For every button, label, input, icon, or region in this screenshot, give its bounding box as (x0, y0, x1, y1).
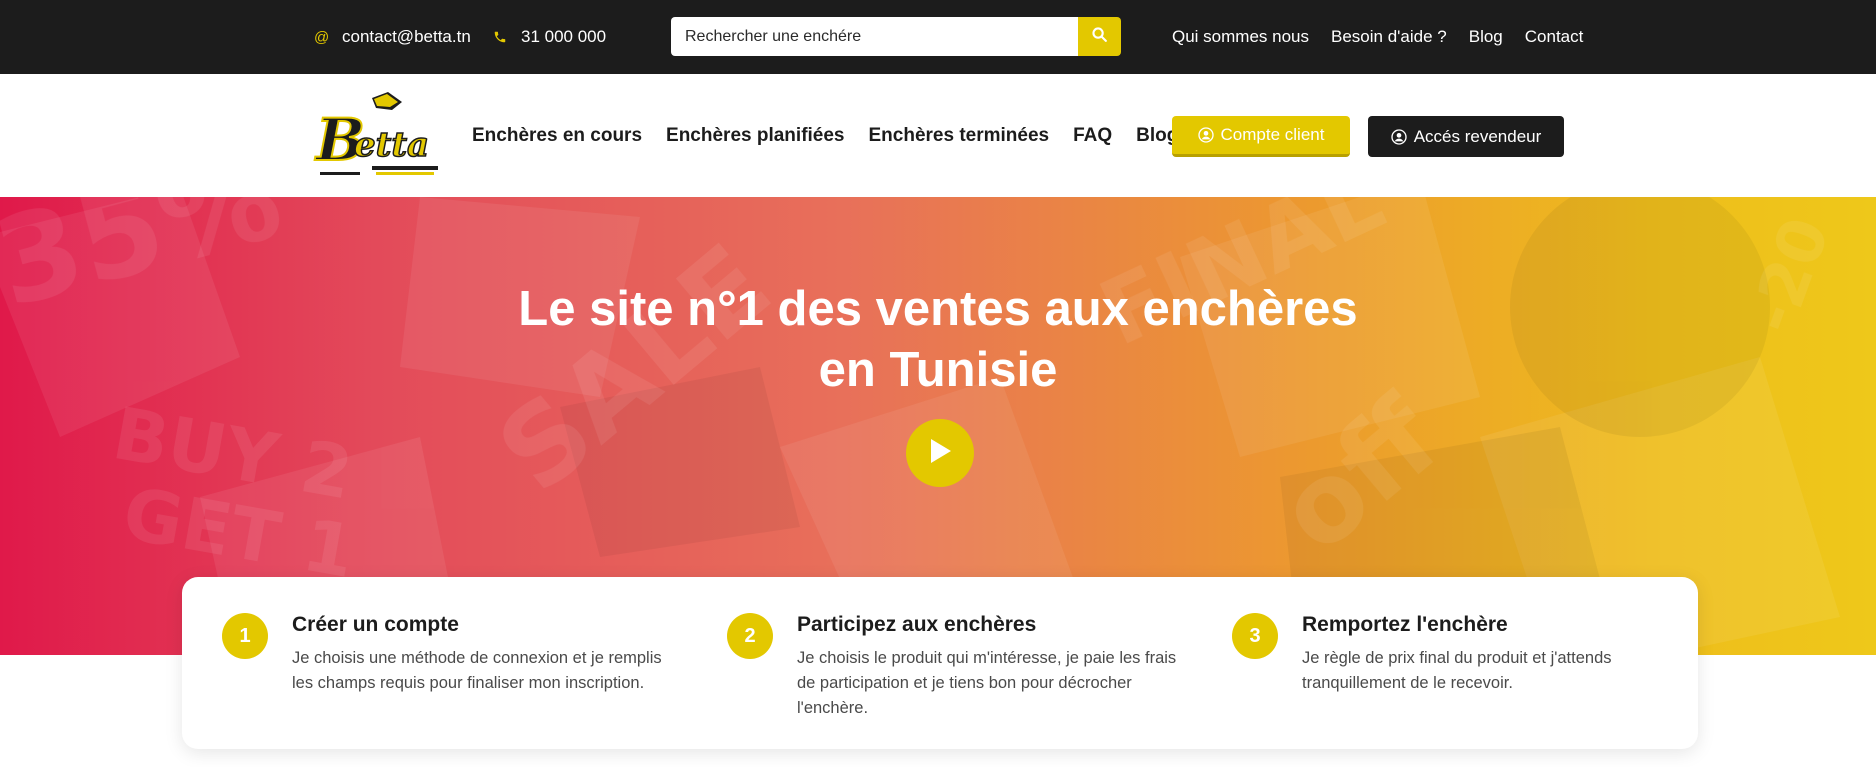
step-number-badge: 2 (727, 613, 773, 659)
reseller-access-label: Accés revendeur (1413, 126, 1542, 146)
nav-finished-auctions[interactable]: Enchères terminées (869, 125, 1050, 147)
play-video-button[interactable] (906, 419, 974, 487)
search-input[interactable] (671, 17, 1078, 56)
nav-planned-auctions[interactable]: Enchères planifiées (666, 125, 844, 147)
step-description: Je choisis le produit qui m'intéresse, j… (797, 649, 1177, 717)
phone-contact[interactable]: 31 000 000 (493, 0, 606, 74)
steps-card: 1 Créer un compte Je choisis une méthode… (182, 577, 1698, 749)
nav-faq[interactable]: FAQ (1073, 125, 1112, 147)
svg-text:etta: etta (354, 125, 429, 165)
step-title: Remportez l'enchère (1302, 613, 1508, 636)
phone-icon (493, 30, 509, 44)
search-icon (1091, 26, 1108, 48)
client-account-button[interactable]: Compte client (1172, 116, 1350, 157)
hero-title-line-1: Le site n°1 des ventes aux enchères (518, 282, 1358, 336)
step-number-badge: 3 (1232, 613, 1278, 659)
step-description: Je choisis une méthode de connexion et j… (292, 649, 662, 692)
step-description: Je règle de prix final du produit et j'a… (1302, 649, 1612, 692)
top-link-help[interactable]: Besoin d'aide ? (1331, 27, 1447, 47)
email-text[interactable]: contact@betta.tn (342, 27, 471, 47)
top-link-about[interactable]: Qui sommes nous (1172, 27, 1309, 47)
step-number-badge: 1 (222, 613, 268, 659)
top-bar: @ contact@betta.tn 31 000 000 Qui sommes… (0, 0, 1876, 74)
search-button[interactable] (1078, 17, 1121, 56)
top-links: Qui sommes nous Besoin d'aide ? Blog Con… (1172, 0, 1583, 74)
search-bar (671, 17, 1121, 56)
main-header: B etta Enchères en cours Enchères planif… (0, 74, 1876, 197)
hero-title: Le site n°1 des ventes aux enchères en T… (0, 279, 1876, 401)
nav-current-auctions[interactable]: Enchères en cours (472, 125, 642, 147)
client-account-label: Compte client (1220, 125, 1325, 144)
step-title: Participez aux enchères (797, 613, 1037, 636)
reseller-access-button[interactable]: Accés revendeur (1368, 116, 1564, 157)
user-circle-icon (1197, 127, 1214, 143)
at-icon: @ (314, 28, 330, 46)
top-link-contact[interactable]: Contact (1525, 27, 1584, 47)
top-link-blog[interactable]: Blog (1469, 27, 1503, 47)
play-icon (928, 438, 952, 469)
betta-logo[interactable]: B etta (312, 90, 442, 184)
user-circle-icon (1391, 128, 1407, 145)
hero-title-line-2: en Tunisie (818, 343, 1058, 397)
email-contact[interactable]: @ contact@betta.tn (314, 0, 471, 74)
main-nav: Enchères en cours Enchères planifiées En… (472, 74, 1202, 197)
phone-text[interactable]: 31 000 000 (521, 27, 606, 47)
step-title: Créer un compte (292, 613, 459, 636)
